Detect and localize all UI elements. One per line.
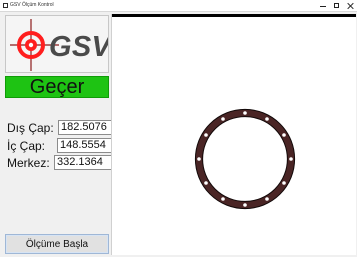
status-badge: Geçer	[5, 76, 109, 98]
status-text: Geçer	[29, 76, 85, 98]
logo-panel: GSV	[5, 15, 109, 73]
minimize-icon[interactable]	[319, 2, 327, 10]
close-icon[interactable]	[347, 2, 355, 10]
start-measurement-button[interactable]: Ölçüme Başla	[5, 234, 109, 254]
maximize-icon[interactable]	[333, 2, 341, 10]
outer-diameter-label: Dış Çap:	[7, 121, 54, 135]
logo-text: GSV	[49, 31, 109, 63]
window-title: GSV Ölçüm Kontrol	[10, 2, 54, 8]
app-window: GSV Ölçüm Kontrol GSV Geçer Dış Çap: 182…	[0, 0, 357, 257]
center-row: Merkez: 332.1364	[7, 155, 117, 171]
outer-diameter-field[interactable]: 182.5076	[58, 120, 117, 135]
inner-diameter-field[interactable]: 148.5554	[57, 138, 117, 153]
center-label: Merkez:	[7, 156, 50, 170]
image-viewer	[111, 14, 356, 255]
inner-diameter-row: İç Çap: 148.5554	[7, 138, 117, 154]
center-field[interactable]: 332.1364	[54, 155, 117, 170]
gasket-preview	[194, 108, 296, 210]
window-titlebar: GSV Ölçüm Kontrol	[0, 0, 357, 12]
inner-diameter-label: İç Çap:	[7, 139, 46, 153]
outer-diameter-row: Dış Çap: 182.5076	[7, 120, 117, 136]
window-controls	[319, 1, 355, 10]
app-icon	[3, 3, 8, 8]
